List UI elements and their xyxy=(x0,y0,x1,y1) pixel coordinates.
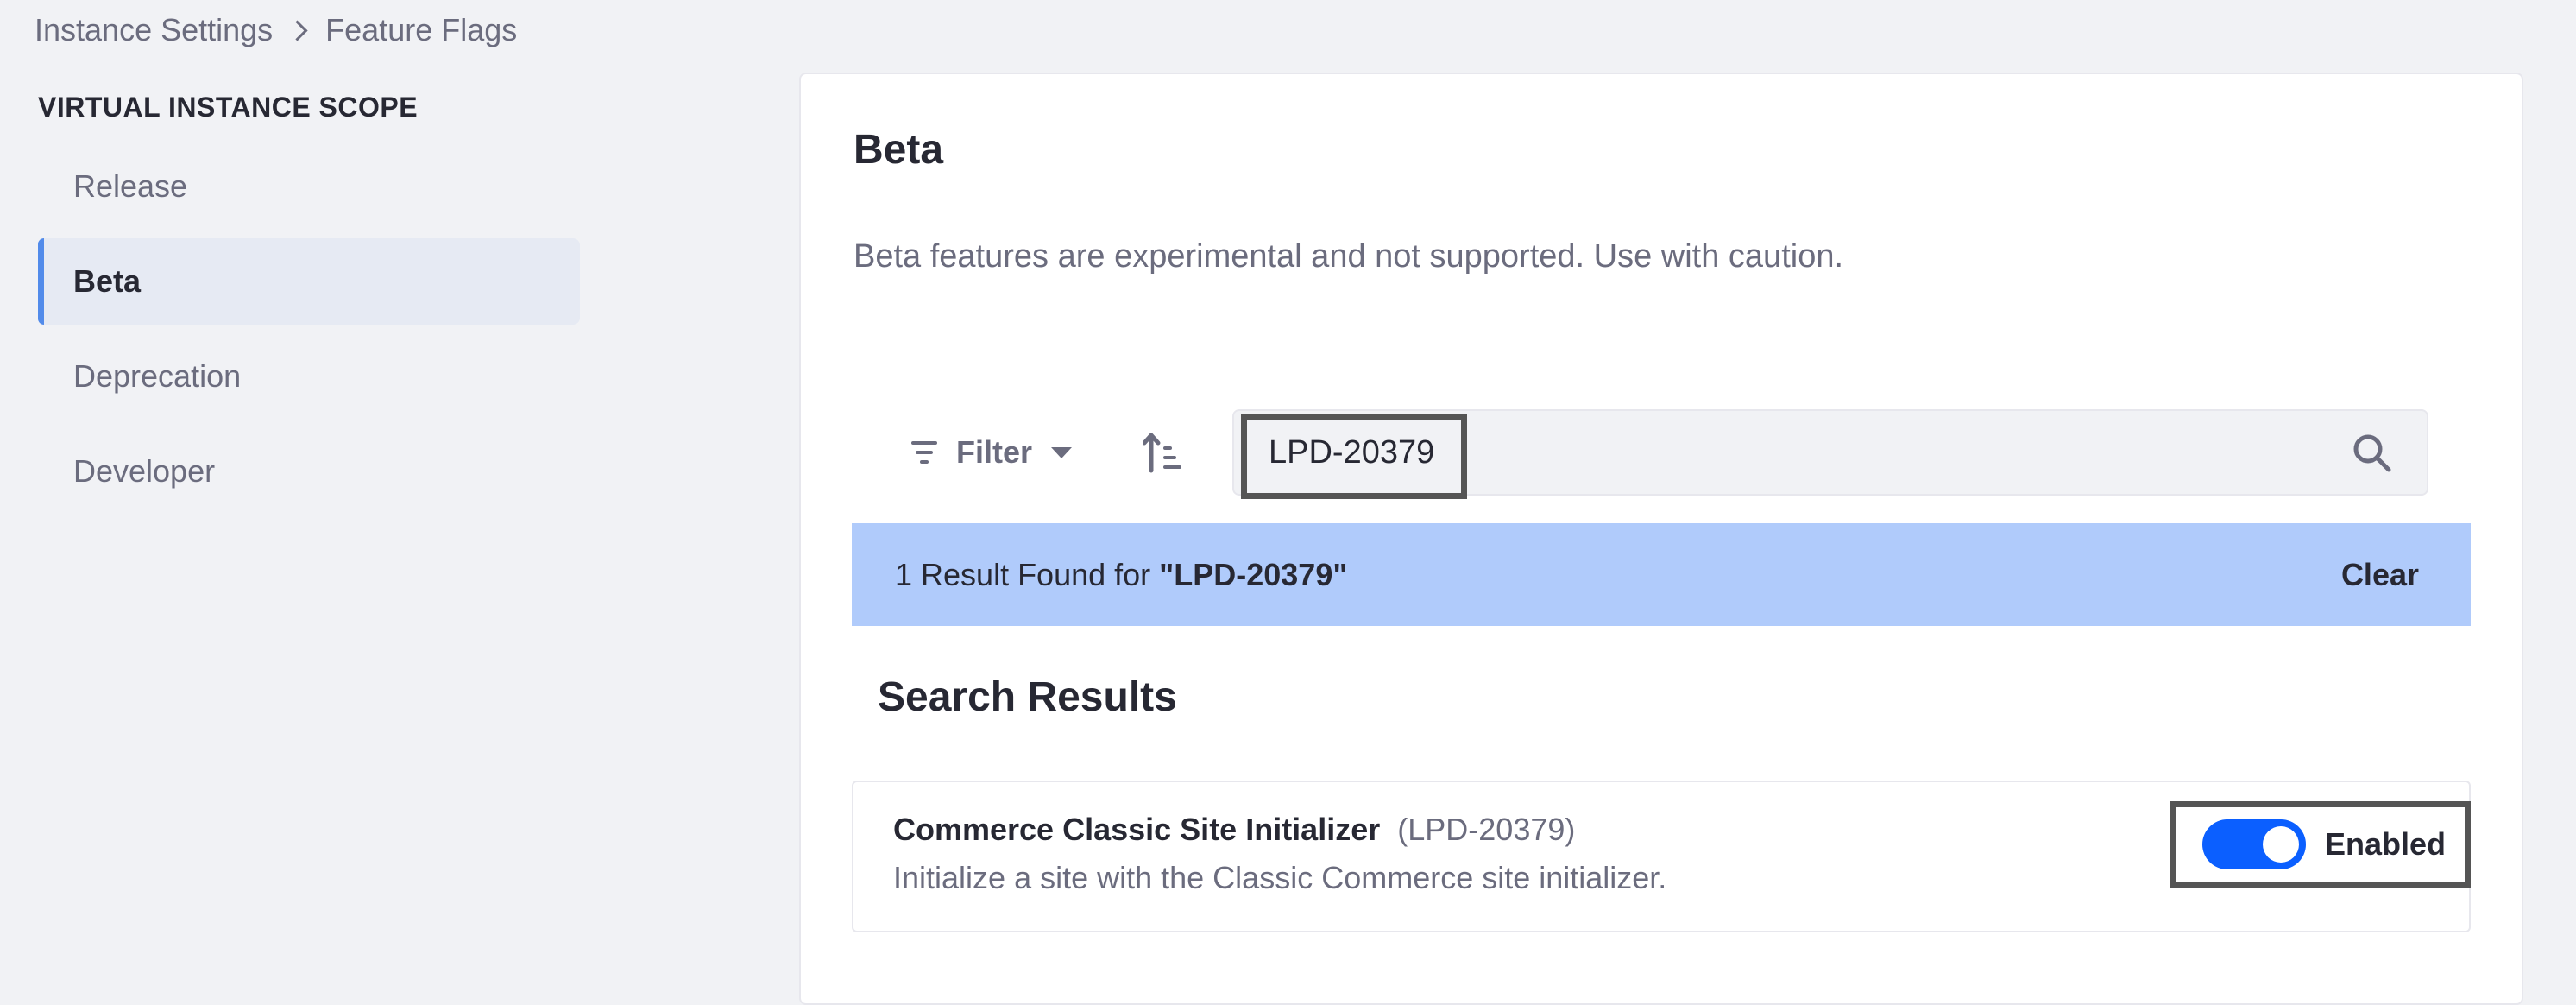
breadcrumb-feature-flags: Feature Flags xyxy=(325,12,518,47)
feature-toggle-highlight: Enabled xyxy=(2170,801,2471,888)
breadcrumb-instance-settings[interactable]: Instance Settings xyxy=(35,12,273,48)
toggle-state-label: Enabled xyxy=(2325,826,2447,862)
filter-icon xyxy=(911,441,937,464)
feature-title: Commerce Classic Site Initializer (LPD-2… xyxy=(893,812,1575,848)
chevron-right-icon xyxy=(287,19,308,41)
feature-name: Commerce Classic Site Initializer xyxy=(893,812,1381,847)
page-title: Beta xyxy=(853,127,944,173)
result-count-text: 1 Result Found for xyxy=(895,556,1160,592)
feature-key: (LPD-20379) xyxy=(1397,812,1576,847)
filter-label: Filter xyxy=(956,434,1033,470)
result-banner: 1 Result Found for "LPD-20379" Clear xyxy=(852,523,2471,626)
search-icon[interactable] xyxy=(2351,432,2394,475)
feature-toggle-switch[interactable] xyxy=(2202,819,2306,869)
search-results-title: Search Results xyxy=(878,674,1177,720)
search-input[interactable] xyxy=(1234,411,2313,494)
feature-description: Initialize a site with the Classic Comme… xyxy=(893,860,1667,895)
sort-order-icon[interactable] xyxy=(1143,431,1182,474)
search-box xyxy=(1232,409,2428,496)
management-toolbar: Filter xyxy=(911,409,1182,496)
sidebar-item-developer[interactable]: Developer xyxy=(38,428,580,515)
result-search-term: "LPD-20379" xyxy=(1159,556,1348,592)
toggle-knob xyxy=(2263,826,2299,863)
sidebar-item-deprecation[interactable]: Deprecation xyxy=(38,333,580,420)
result-summary: 1 Result Found for "LPD-20379" xyxy=(895,557,1347,593)
page-description: Beta features are experimental and not s… xyxy=(853,238,1844,275)
sidebar-item-beta[interactable]: Beta xyxy=(38,238,580,325)
filter-button[interactable]: Filter xyxy=(911,409,1073,496)
sidebar-scope-title: VIRTUAL INSTANCE SCOPE xyxy=(38,92,419,123)
sidebar-item-release[interactable]: Release xyxy=(38,143,580,230)
sidebar: VIRTUAL INSTANCE SCOPE Release Beta Depr… xyxy=(38,85,580,523)
breadcrumb: Instance Settings Feature Flags xyxy=(35,9,517,52)
caret-down-icon xyxy=(1051,446,1073,458)
clear-button[interactable]: Clear xyxy=(2341,557,2419,593)
